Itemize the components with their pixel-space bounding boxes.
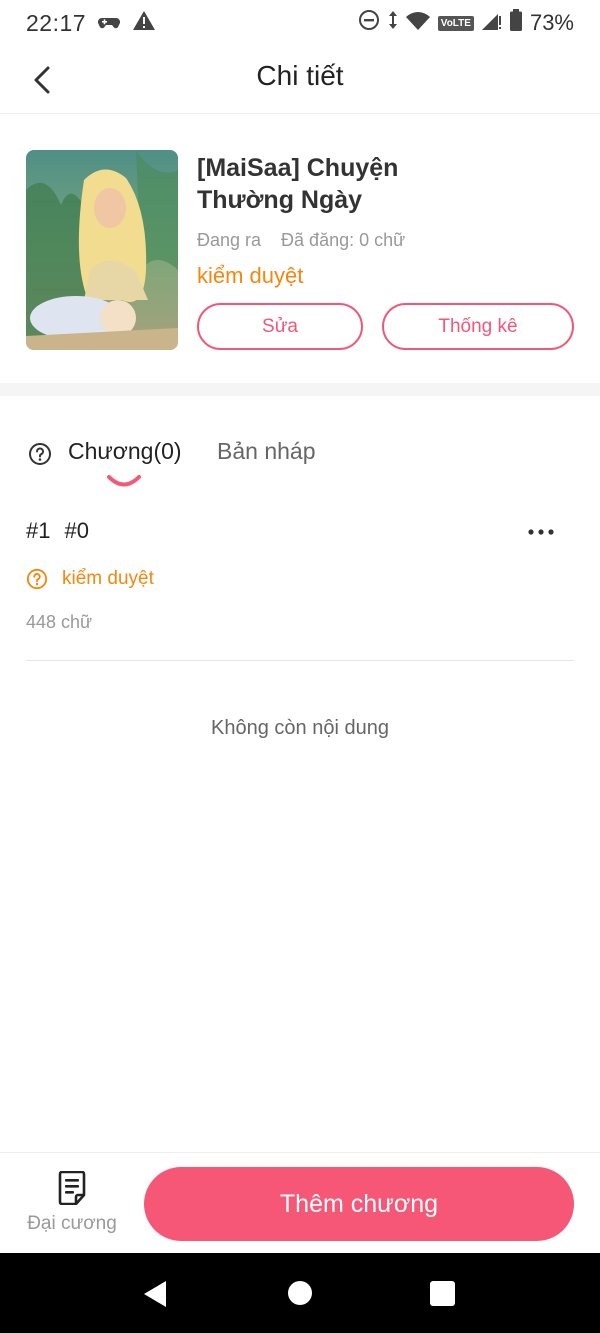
book-state: Đang ra [197,230,262,250]
book-review-status: kiểm duyệt [197,263,304,288]
status-bar: 22:17 VoLTE 73% [0,0,600,46]
book-published-count: Đã đăng: 0 chữ [281,230,406,250]
statistics-button[interactable]: Thống kê [382,303,574,350]
data-arrows-icon [388,10,398,36]
nav-home-icon[interactable] [288,1281,312,1305]
help-icon[interactable] [28,442,52,466]
battery-icon [509,9,522,37]
chapter-number: #1 [26,518,51,543]
tab-active-indicator [107,475,141,487]
book-title: [MaiSaa] Chuyện Thường Ngày [197,154,399,214]
chapter-name: #0 [64,518,89,543]
chapter-review-status: kiểm duyệt [26,568,154,590]
chapter-heading: #1 #0 [26,518,89,544]
chapter-word-count: 448 chữ [26,612,93,632]
section-divider [0,383,600,396]
page-title: Chi tiết [256,60,344,91]
more-dots-icon [528,529,554,535]
book-meta: Đang ra Đã đăng: 0 chữ [197,230,405,251]
chapter-tabs: Chương(0) Bản nháp [0,420,600,490]
tab-drafts[interactable]: Bản nháp [217,438,315,465]
battery-percent: 73% [529,10,574,35]
nav-recents-icon[interactable] [430,1281,455,1306]
outline-button[interactable]: Đại cương [22,1171,122,1241]
more-options-button[interactable] [524,520,558,544]
book-card: [MaiSaa] Chuyện Thường Ngày Đang ra Đã đ… [0,114,600,384]
outline-label: Đại cương [27,1213,117,1234]
bottom-action-bar: Đại cương Thêm chương [0,1152,600,1253]
outline-document-icon [58,1171,86,1205]
book-cover-image[interactable] [26,150,178,350]
app-bar: Chi tiết [0,46,600,114]
nav-back-icon[interactable] [142,1280,168,1308]
status-time: 22:17 [26,9,87,36]
game-controller-icon [98,10,121,36]
signal-icon [481,10,502,36]
chapter-status-label: kiểm duyệt [62,568,154,589]
do-not-disturb-icon [358,9,380,37]
review-help-icon [26,568,48,590]
tab-chapters[interactable]: Chương(0) [68,438,182,465]
add-chapter-button[interactable]: Thêm chương [144,1167,574,1241]
edit-button[interactable]: Sửa [197,303,363,350]
chapter-list-item[interactable]: #1 #0 kiểm duyệt 448 chữ [26,500,574,661]
system-navigation-bar [0,1253,600,1333]
volte-badge: VoLTE [437,15,474,31]
wifi-icon [405,10,430,36]
no-more-content-message: Không còn nội dung [211,717,389,739]
warning-icon [132,10,156,37]
